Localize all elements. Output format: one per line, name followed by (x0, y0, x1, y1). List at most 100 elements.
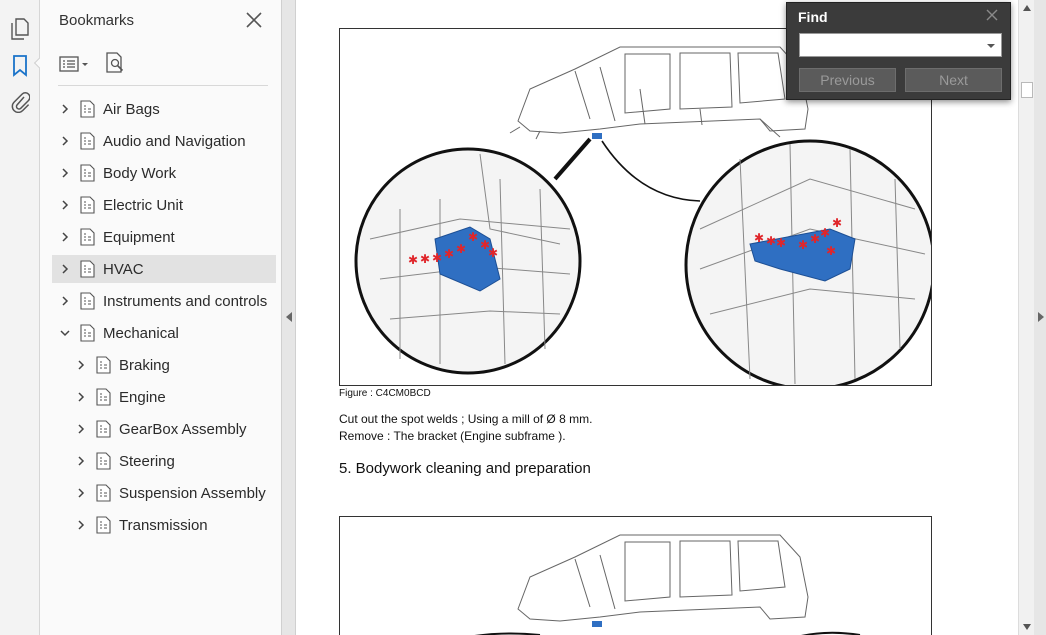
bookmark-page-icon (96, 484, 112, 502)
bookmark-page-icon (96, 452, 112, 470)
chevron-down-icon[interactable] (58, 326, 72, 340)
bookmark-item[interactable]: Engine (52, 383, 276, 411)
close-icon[interactable] (985, 8, 999, 22)
attachment-icon[interactable] (7, 89, 33, 115)
svg-text:✱: ✱ (832, 216, 842, 230)
bookmark-item[interactable]: Steering (52, 447, 276, 475)
bookmarks-panel: Bookmarks Air Bags Audio and Navigation Bo… (40, 0, 282, 635)
bookmark-label: Transmission (119, 516, 208, 534)
bookmark-page-icon (80, 228, 96, 246)
bookmark-label: GearBox Assembly (119, 420, 247, 438)
page-thumbnails-icon[interactable] (7, 16, 33, 42)
find-dialog: Find Previous Next (786, 2, 1011, 100)
bookmark-item[interactable]: Air Bags (52, 95, 276, 123)
chevron-right-icon[interactable] (74, 358, 88, 372)
bookmark-search-icon[interactable] (104, 51, 126, 77)
chevron-right-icon[interactable] (58, 198, 72, 212)
bookmark-page-icon (80, 132, 96, 150)
section-heading: 5. Bodywork cleaning and preparation (339, 460, 591, 477)
svg-text:✱: ✱ (798, 238, 808, 252)
pdf-viewer-window: Bookmarks Air Bags Audio and Navigation Bo… (0, 0, 1046, 635)
figure-caption: Figure : C4CM0BCD (339, 388, 431, 399)
svg-text:✱: ✱ (468, 230, 478, 244)
bookmark-item[interactable]: HVAC (52, 255, 276, 283)
previous-button[interactable]: Previous (799, 68, 896, 92)
bookmark-item[interactable]: Transmission (52, 511, 276, 539)
svg-text:✱: ✱ (826, 244, 836, 258)
bookmark-label: Audio and Navigation (103, 132, 246, 150)
bookmark-page-icon (80, 324, 96, 342)
bookmark-label: Equipment (103, 228, 175, 246)
chevron-right-icon[interactable] (74, 518, 88, 532)
bookmark-item[interactable]: Instruments and controls (52, 287, 276, 315)
close-icon[interactable] (244, 10, 264, 30)
figure-illustration (339, 516, 932, 635)
instruction-step: Remove : The bracket (Engine subframe ). (339, 429, 566, 443)
navigation-rail (0, 0, 40, 635)
bookmark-page-icon (96, 420, 112, 438)
bookmark-page-icon (80, 100, 96, 118)
expand-arrow-icon[interactable] (1038, 312, 1044, 322)
bookmark-item[interactable]: GearBox Assembly (52, 415, 276, 443)
bookmark-label: Suspension Assembly (119, 484, 266, 502)
find-input[interactable] (799, 33, 1002, 57)
chevron-right-icon[interactable] (58, 230, 72, 244)
collapse-arrow-icon[interactable] (286, 312, 292, 322)
svg-text:✱: ✱ (456, 242, 466, 256)
bookmark-item[interactable]: Equipment (52, 223, 276, 251)
scroll-down-icon[interactable] (1019, 619, 1035, 635)
options-menu-button[interactable] (58, 51, 90, 77)
next-button[interactable]: Next (905, 68, 1002, 92)
bookmark-item[interactable]: Suspension Assembly (52, 479, 276, 507)
bookmark-item[interactable]: Braking (52, 351, 276, 379)
bookmark-page-icon (96, 516, 112, 534)
svg-text:✱: ✱ (488, 246, 498, 260)
bookmark-label: Instruments and controls (103, 292, 268, 310)
bookmark-label: Engine (119, 388, 166, 406)
bookmark-item[interactable]: Audio and Navigation (52, 127, 276, 155)
vertical-scrollbar[interactable] (1018, 0, 1034, 635)
bookmark-page-icon (96, 356, 112, 374)
chevron-right-icon[interactable] (58, 102, 72, 116)
panel-divider (58, 85, 268, 86)
panel-splitter[interactable] (282, 0, 296, 635)
bookmark-item[interactable]: Body Work (52, 159, 276, 187)
svg-text:✱: ✱ (408, 253, 418, 267)
chevron-right-icon[interactable] (58, 294, 72, 308)
bookmark-item[interactable]: Electric Unit (52, 191, 276, 219)
svg-text:✱: ✱ (432, 251, 442, 265)
right-panel-handle[interactable] (1034, 0, 1046, 635)
chevron-down-icon[interactable] (985, 39, 997, 51)
chevron-right-icon[interactable] (74, 422, 88, 436)
bookmark-page-icon (80, 164, 96, 182)
panel-toolbar (58, 50, 140, 78)
svg-text:✱: ✱ (776, 236, 786, 250)
bookmark-label: Steering (119, 452, 175, 470)
bookmark-label: Body Work (103, 164, 177, 182)
svg-text:✱: ✱ (754, 231, 764, 245)
bookmark-label: Electric Unit (103, 196, 184, 214)
bookmark-label: Air Bags (103, 100, 160, 118)
bookmark-page-icon (96, 388, 112, 406)
chevron-right-icon[interactable] (74, 454, 88, 468)
panel-title: Bookmarks (59, 12, 135, 29)
bookmark-page-icon (80, 196, 96, 214)
bookmark-page-icon (80, 260, 96, 278)
bookmark-page-icon (80, 292, 96, 310)
bookmark-item[interactable]: Mechanical (52, 319, 276, 347)
bookmark-label: Mechanical (103, 324, 179, 342)
chevron-right-icon[interactable] (58, 262, 72, 276)
scroll-up-icon[interactable] (1019, 0, 1035, 16)
svg-text:✱: ✱ (820, 226, 830, 240)
find-title: Find (798, 9, 828, 25)
svg-text:✱: ✱ (766, 234, 776, 248)
svg-text:✱: ✱ (810, 232, 820, 246)
instruction-step: Cut out the spot welds ; Using a mill of… (339, 412, 593, 426)
scrollbar-thumb[interactable] (1021, 82, 1033, 98)
chevron-right-icon[interactable] (74, 390, 88, 404)
bookmark-icon[interactable] (7, 53, 33, 79)
chevron-right-icon[interactable] (58, 134, 72, 148)
chevron-right-icon[interactable] (74, 486, 88, 500)
chevron-right-icon[interactable] (58, 166, 72, 180)
svg-text:✱: ✱ (420, 252, 430, 266)
